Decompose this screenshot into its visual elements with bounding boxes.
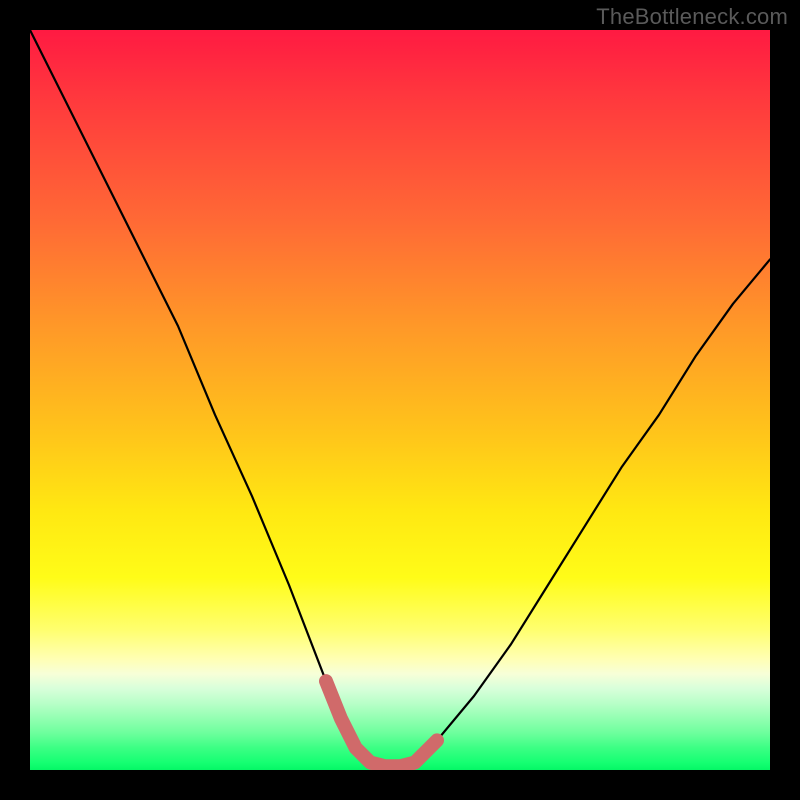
chart-frame: TheBottleneck.com — [0, 0, 800, 800]
curve-svg — [30, 30, 770, 770]
watermark-text: TheBottleneck.com — [596, 4, 788, 30]
bottleneck-curve-path — [30, 30, 770, 766]
highlight-segment-path — [326, 681, 437, 766]
plot-area — [30, 30, 770, 770]
